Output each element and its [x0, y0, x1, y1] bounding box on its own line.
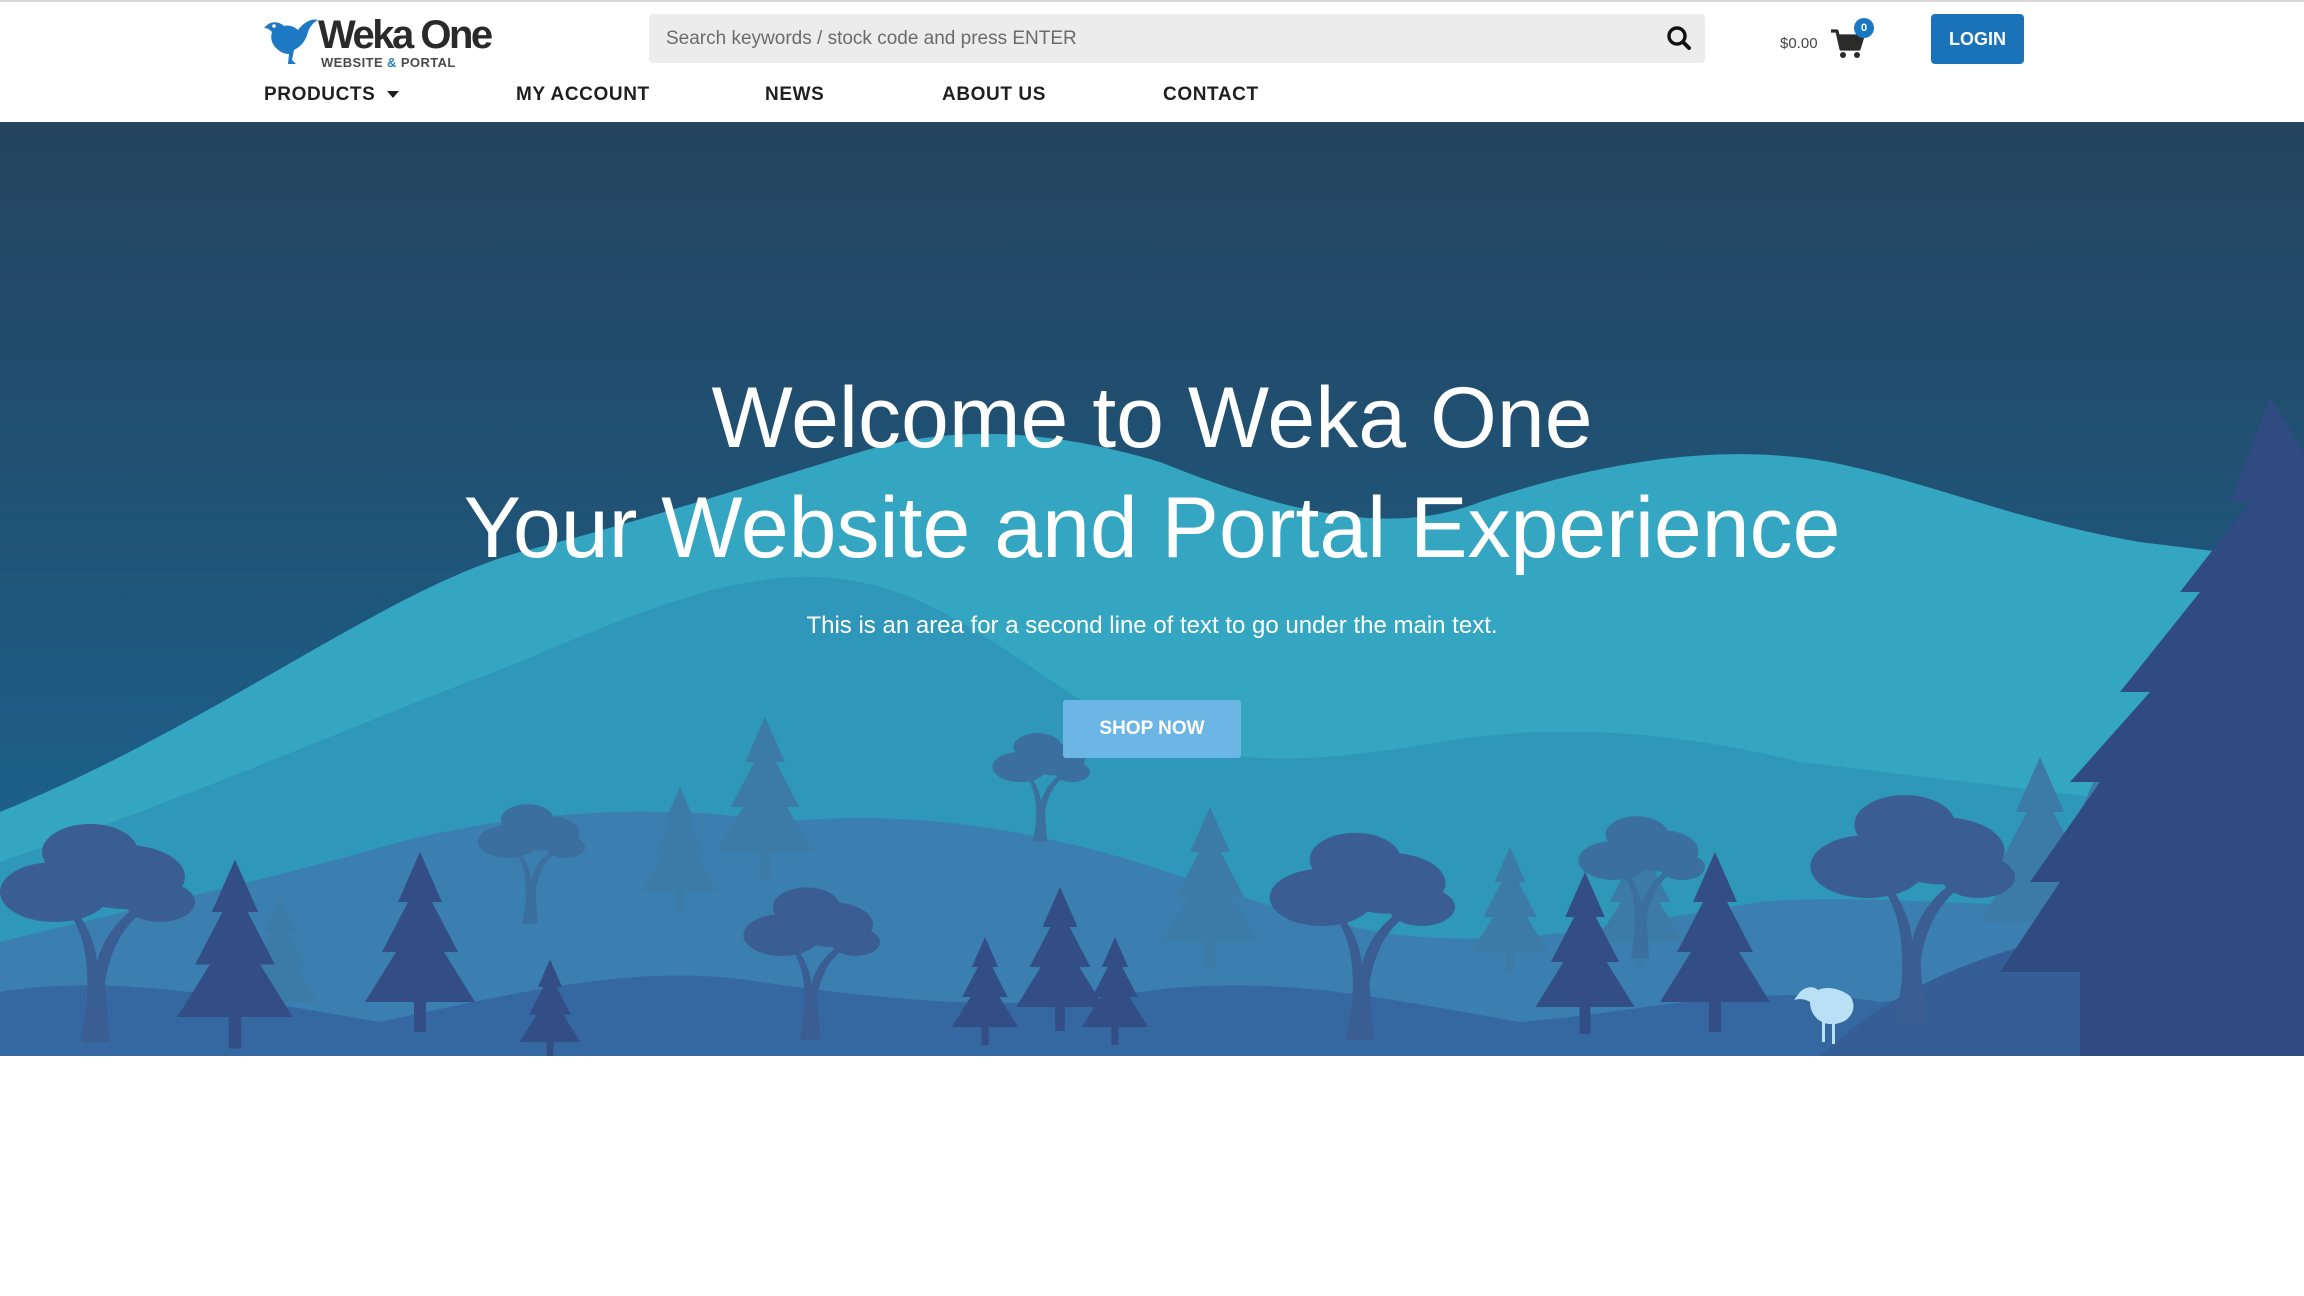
search-input[interactable] — [649, 14, 1646, 63]
caret-down-icon — [387, 91, 400, 99]
nav-item-contact[interactable]: CONTACT — [1163, 84, 1259, 106]
login-button[interactable]: LOGIN — [1931, 14, 2024, 64]
hero-subtitle: This is an area for a second line of tex… — [806, 612, 1498, 639]
nav-label: PRODUCTS — [264, 84, 376, 105]
site-header: Weka One WEBSITE & PORTAL $0.00 0 LOGIN … — [0, 2, 2304, 122]
search-icon — [1667, 26, 1691, 50]
main-nav: PRODUCTS MY ACCOUNT NEWS ABOUT US CONTAC… — [0, 80, 2304, 114]
weka-bird-icon — [264, 19, 318, 64]
shop-now-button[interactable]: SHOP NOW — [1063, 700, 1241, 758]
hero-title-line-2: Your Website and Portal Experience — [463, 480, 1841, 576]
hero-title-line-1: Welcome to Weka One — [711, 370, 1593, 466]
forest-background-illustration — [0, 397, 2304, 1056]
site-logo[interactable]: Weka One WEBSITE & PORTAL — [262, 12, 522, 70]
search-button[interactable] — [1661, 20, 1699, 58]
cart-count-badge: 0 — [1854, 18, 1874, 38]
nav-item-about-us[interactable]: ABOUT US — [942, 84, 1046, 106]
logo-wordmark: Weka One — [318, 13, 493, 57]
search-bar — [649, 14, 1705, 63]
logo-tagline: WEBSITE & PORTAL — [321, 55, 456, 70]
nav-item-products[interactable]: PRODUCTS — [264, 84, 400, 106]
hero-banner: Welcome to Weka One Your Website and Por… — [0, 122, 2304, 1056]
nav-item-my-account[interactable]: MY ACCOUNT — [516, 84, 650, 106]
cart-total: $0.00 — [1780, 35, 1818, 52]
nav-item-news[interactable]: NEWS — [765, 84, 824, 106]
cart-widget[interactable]: $0.00 0 — [1780, 18, 1882, 64]
